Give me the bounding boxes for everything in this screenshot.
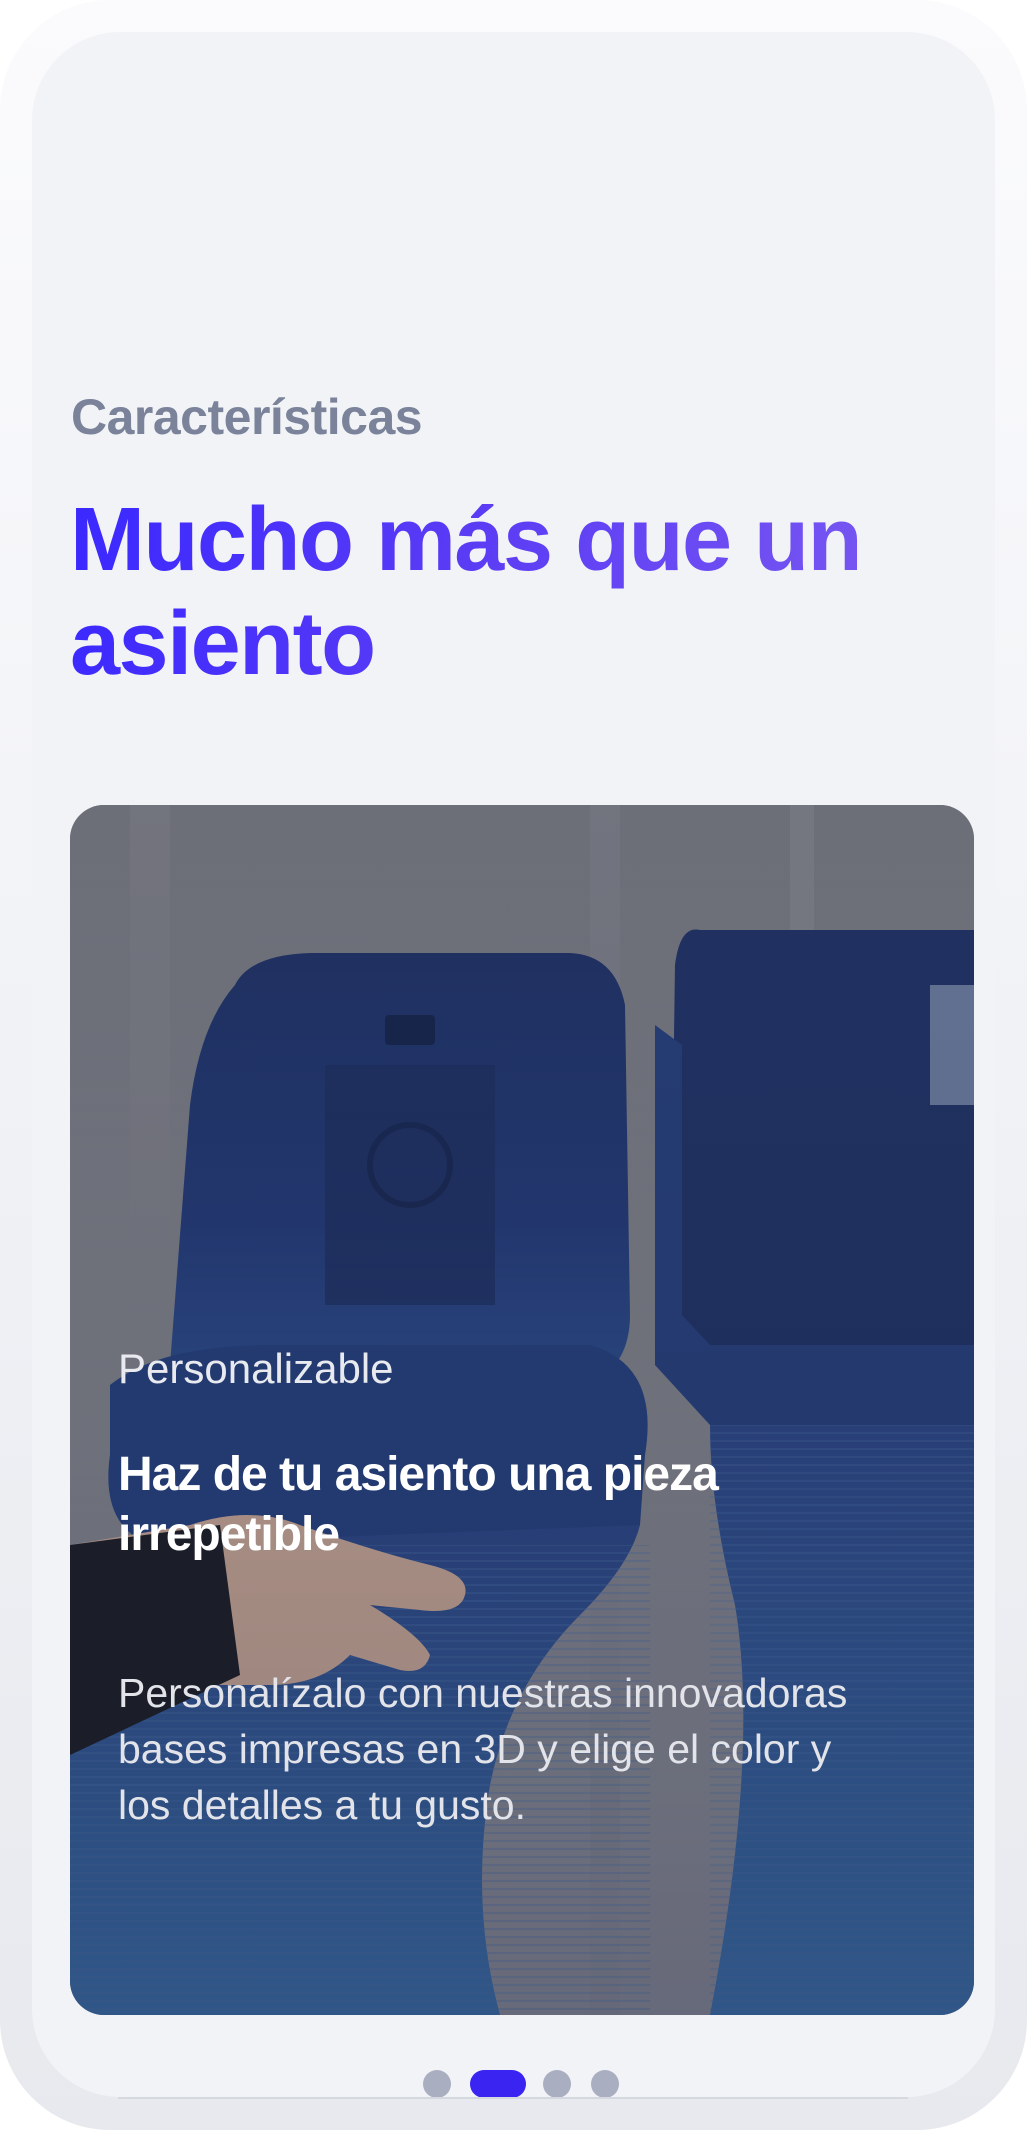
home-indicator: [118, 2097, 908, 2099]
card-label: Personalizable: [118, 1345, 394, 1392]
pagination-dot-2-active[interactable]: [470, 2070, 526, 2098]
section-eyebrow: Características: [71, 389, 423, 445]
pagination-dot-3[interactable]: [543, 2070, 571, 2098]
card-title: Haz de tu asiento una pieza irrepetible: [118, 1448, 719, 1561]
card-description: Personalízalo con nuestras innovadoras b…: [118, 1670, 848, 1828]
carousel-pagination: [0, 2070, 1027, 2100]
card-image-overlay: [70, 805, 974, 2015]
pagination-dot-1[interactable]: [423, 2070, 451, 2098]
screen: Características Mucho más que un asiento: [32, 32, 995, 2097]
feature-card[interactable]: Personalizable Haz de tu asiento una pie…: [70, 805, 974, 2015]
pagination-dot-4[interactable]: [591, 2070, 619, 2098]
section-headline: Mucho más que un asiento: [70, 488, 950, 696]
